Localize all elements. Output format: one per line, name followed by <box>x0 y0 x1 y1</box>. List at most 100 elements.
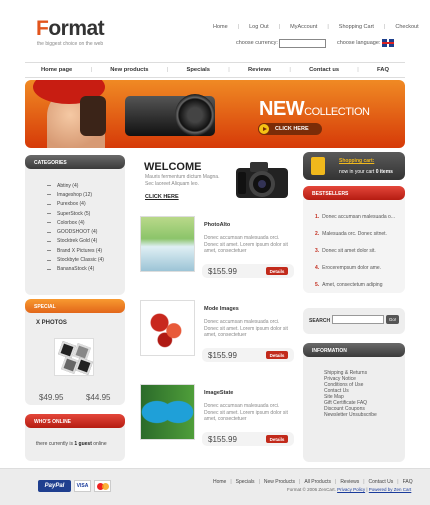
category-item[interactable]: Brand X Pictures (4) <box>47 246 125 255</box>
who-text-pre: there currently is <box>36 441 75 447</box>
bestseller-item[interactable]: 2. Malesuada orc. Donec sitnet. <box>315 231 395 248</box>
product-price: $155.99 <box>208 350 237 360</box>
special-new-price: $44.95 <box>86 393 111 402</box>
bestseller-name[interactable]: Donec accumsan malesuada o... <box>322 214 395 220</box>
nav-item-reviews[interactable]: Reviews <box>248 67 271 73</box>
product-image[interactable] <box>140 384 195 440</box>
product-name[interactable]: Mode Images <box>204 306 239 312</box>
category-item[interactable]: Purexbox (4) <box>47 200 125 209</box>
search-go-button[interactable]: Go! <box>386 315 399 324</box>
special-product-image[interactable] <box>54 338 94 376</box>
banner-collection: COLLECTION <box>304 106 370 118</box>
top-link-home[interactable]: Home <box>213 24 228 30</box>
bestseller-name[interactable]: Amet, consectetum adiping <box>322 282 382 288</box>
bestseller-item[interactable]: 4. Erocerempsum dolor ame. <box>315 265 395 282</box>
footer-link-reviews[interactable]: Reviews <box>340 479 359 485</box>
bestseller-rank: 3. <box>315 248 320 254</box>
footer-link-home[interactable]: Home <box>213 479 226 485</box>
uk-flag-icon[interactable] <box>382 39 394 47</box>
details-button[interactable]: Details <box>266 351 288 359</box>
special-old-price: $49.95 <box>39 393 64 402</box>
category-item[interactable]: BananaStock (4) <box>47 265 125 274</box>
bestseller-rank: 1. <box>315 214 320 220</box>
privacy-policy-link[interactable]: Privacy Policy <box>337 487 365 492</box>
camera-lens-image <box>175 94 215 136</box>
nav-item-specials[interactable]: Specials <box>186 67 210 73</box>
footer-link-contact-us[interactable]: Contact Us <box>369 479 394 485</box>
bestseller-item[interactable]: 5. Amet, consectetum adiping <box>315 282 395 299</box>
categories-header: CATEGORIES <box>25 155 125 169</box>
separator: | <box>383 24 386 30</box>
nav-separator: | <box>228 67 230 73</box>
separator: | <box>327 24 329 30</box>
bestseller-item[interactable]: 1. Donec accumsan malesuada o... <box>315 214 395 231</box>
information-header: INFORMATION <box>303 343 405 357</box>
nav-item-home-page[interactable]: Home page <box>41 67 72 73</box>
bestseller-name[interactable]: Donec sit amet dolor sit. <box>322 248 376 254</box>
footer-separator: | <box>230 479 232 485</box>
tile-image <box>75 357 93 375</box>
product-name[interactable]: ImageState <box>204 390 233 396</box>
arrow-icon <box>259 124 269 134</box>
top-link-shopping-cart[interactable]: Shopping Cart <box>339 24 374 30</box>
top-link-log-out[interactable]: Log Out <box>249 24 269 30</box>
categories-box: CATEGORIES Abtiny (4) Imageshop (12) Purex… <box>25 155 125 295</box>
welcome-text: Mauris fermentum dictum Magna. Sec laore… <box>145 174 220 187</box>
footer-links: Home | Specials | New Products | All Products |… <box>213 479 413 485</box>
currency-select[interactable] <box>279 39 326 48</box>
search-input[interactable] <box>332 315 384 324</box>
cart-text-pre: now in your cart <box>339 169 376 175</box>
visa-logo: VISA <box>74 480 91 492</box>
category-item[interactable]: SuperStock (5) <box>47 209 125 218</box>
bestseller-name[interactable]: Erocerempsum dolor ame. <box>322 265 381 271</box>
banner-click-here-button[interactable]: CLICK HERE <box>258 123 322 135</box>
category-item[interactable]: Stockbyte Classic (4) <box>47 255 125 264</box>
search-label: SEARCH <box>309 318 331 324</box>
logo-letter: F <box>36 17 49 40</box>
who-text-bold: 1 guest <box>74 441 92 447</box>
nav-separator: | <box>357 67 359 73</box>
payment-logos: PayPal VISA <box>38 480 118 492</box>
nav-separator: | <box>166 67 169 73</box>
cart-status: now in your cart 0 items <box>339 169 393 175</box>
special-product-name[interactable]: X PHOTOS <box>36 320 67 326</box>
separator: | <box>278 24 281 30</box>
bestseller-name[interactable]: Malesuada orc. Donec sitnet. <box>322 231 387 237</box>
nav-item-contact-us[interactable]: Contact us <box>309 67 339 73</box>
footer-link-specials[interactable]: Specials <box>236 479 255 485</box>
nav-item-new-products[interactable]: New products <box>110 67 148 73</box>
nav-item-faq[interactable]: FAQ <box>377 67 389 73</box>
special-header: SPECIAL <box>25 299 125 313</box>
tagline: the biggest choice on the web <box>37 41 104 47</box>
category-item[interactable]: Colorbox (4) <box>47 218 125 227</box>
footer-link-new-products[interactable]: New Products <box>264 479 295 485</box>
welcome-click-here-link[interactable]: CLICK HERE <box>145 194 179 200</box>
footer-link-faq[interactable]: FAQ <box>403 479 413 485</box>
shopping-cart-link[interactable]: Shopping cart: <box>339 158 374 164</box>
category-item[interactable]: GOODSHOOT (4) <box>47 227 125 236</box>
footer-link-all-products[interactable]: All Products <box>304 479 331 485</box>
information-item[interactable]: Newsletter Unsubscribe <box>324 412 377 418</box>
product-image[interactable] <box>140 300 195 356</box>
logo[interactable]: Format <box>36 17 105 41</box>
mastercard-logo <box>94 480 111 492</box>
powered-by-link[interactable]: Powered by Zen Cart <box>369 487 412 492</box>
currency-label: choose currency: <box>236 40 278 46</box>
category-item[interactable]: Abtiny (4) <box>47 181 125 190</box>
top-link-myaccount[interactable]: MyAccount <box>290 24 317 30</box>
bestsellers-list: 1. Donec accumsan malesuada o... 2. Malesua… <box>315 214 395 299</box>
product-name[interactable]: PhotoAlto <box>204 222 230 228</box>
cart-count: 0 items <box>375 169 393 175</box>
bestseller-item[interactable]: 3. Donec sit amet dolor sit. <box>315 248 395 265</box>
whos-online-text: there currently is 1 guest online <box>36 441 107 447</box>
banner: NEWCOLLECTION CLICK HERE <box>25 80 405 148</box>
top-link-checkout[interactable]: Checkout <box>395 24 418 30</box>
details-button[interactable]: Details <box>266 267 288 275</box>
product-price: $155.99 <box>208 266 237 276</box>
product-image[interactable] <box>140 216 195 272</box>
bestseller-rank: 2. <box>315 231 320 237</box>
whos-online-box: WHO'S ONLINE <box>25 414 125 461</box>
category-item[interactable]: Stocktrek Gold (4) <box>47 237 125 246</box>
category-item[interactable]: Imageshop (12) <box>47 190 125 199</box>
details-button[interactable]: Details <box>266 435 288 443</box>
